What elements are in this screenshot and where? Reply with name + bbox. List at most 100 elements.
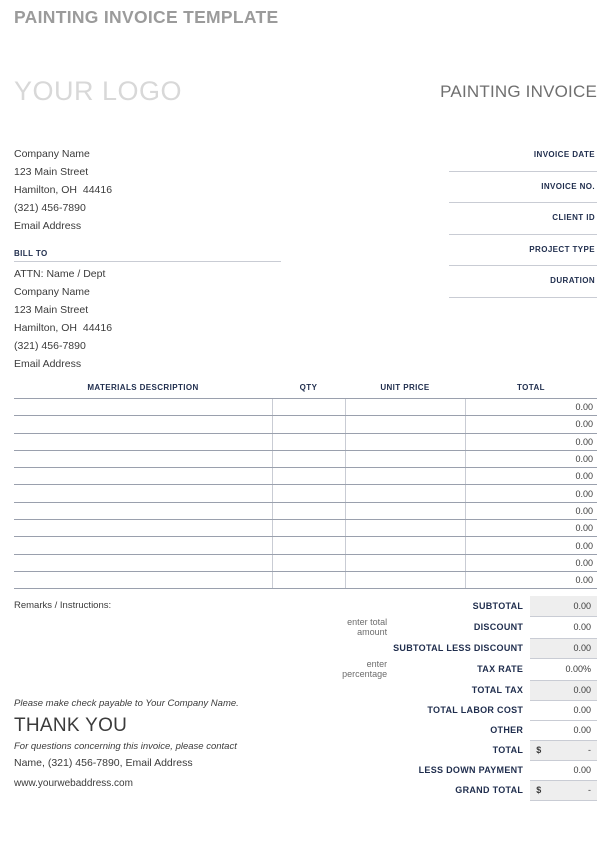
totals-row-value[interactable]: 0.00% [530,658,597,681]
cell-description[interactable] [14,398,272,417]
cell-unit-price[interactable] [344,415,465,434]
totals-row-value[interactable]: 0.00 [530,720,597,741]
cell-qty[interactable] [271,467,345,486]
totals-row: SUBTOTAL LESS DISCOUNT 0.00 [330,638,597,659]
thank-you-heading: THANK YOU [14,715,128,736]
totals-row-amount: 0.00 [573,622,591,632]
meta-field-row[interactable]: PROJECT TYPE [449,235,597,266]
column-header-qty: QTY [272,383,345,399]
remarks-label: Remarks / Instructions: [14,600,112,611]
totals-row-amount: 0.00 [573,600,591,611]
totals-row-hint [330,780,392,800]
totals-row-hint: enter percentage [342,659,388,679]
totals-row-hint [330,760,392,780]
totals-row-label: TOTAL [492,745,524,755]
cell-total: 0.00 [464,536,597,555]
cell-qty[interactable] [271,450,345,469]
cell-unit-price[interactable] [344,433,465,451]
meta-field-label: INVOICE NO. [541,181,595,191]
table-row[interactable]: 0.00 [14,415,597,434]
cell-description[interactable] [14,415,272,434]
table-row[interactable]: 0.00 [14,536,597,555]
totals-row-hint [330,720,392,740]
totals-row-amount: - [588,785,591,795]
table-row[interactable]: 0.00 [14,398,597,417]
materials-table: MATERIALS DESCRIPTION QTY UNIT PRICE TOT… [14,383,597,590]
cell-qty[interactable] [271,502,345,521]
cell-description[interactable] [14,484,272,503]
totals-row-label: SUBTOTAL [472,601,524,611]
cell-total: 0.00 [464,554,597,572]
table-row[interactable]: 0.00 [14,433,597,451]
cell-qty[interactable] [271,398,345,417]
document-heading: PAINTING INVOICE [440,82,597,101]
bill-to-block: BILL TO ATTN: Name / Dept Company Name 123… [14,249,281,373]
cell-description[interactable] [14,502,272,521]
company-logo-placeholder: YOUR LOGO [14,76,183,106]
currency-symbol: $ [536,745,542,755]
invoice-meta-fields: INVOICE DATE INVOICE NO. CLIENT ID PROJECT … [449,140,597,298]
cell-unit-price[interactable] [344,519,465,538]
questions-note: For questions concerning this invoice, p… [14,741,237,752]
totals-row-hint [330,680,392,700]
totals-row: SUBTOTAL 0.00 [330,596,597,617]
cell-unit-price[interactable] [344,450,465,469]
cell-description[interactable] [14,433,272,451]
table-row[interactable]: 0.00 [14,450,597,469]
totals-row-amount: 0.00 [573,765,591,775]
table-row[interactable]: 0.00 [14,502,597,521]
contact-line: Name, (321) 456-7890, Email Address [14,757,193,769]
materials-table-header-row: MATERIALS DESCRIPTION QTY UNIT PRICE TOT… [14,383,597,399]
cell-description[interactable] [14,519,272,538]
cell-total: 0.00 [464,484,597,503]
cell-qty[interactable] [271,536,345,555]
totals-row-amount: 0.00 [573,643,591,653]
cell-description[interactable] [14,554,272,572]
meta-field-row[interactable]: DURATION [449,266,597,298]
cell-unit-price[interactable] [344,502,465,521]
bill-to-label: BILL TO [14,249,48,258]
cell-description[interactable] [14,467,272,486]
totals-row-value: 0.00 [530,680,597,701]
cell-unit-price[interactable] [344,484,465,503]
meta-field-label: DURATION [550,276,595,285]
totals-row-label: GRAND TOTAL [455,785,524,795]
cell-description[interactable] [14,571,272,590]
column-header-total: TOTAL [465,383,597,399]
meta-field-row[interactable]: CLIENT ID [449,203,597,235]
totals-row-hint [330,638,392,658]
cell-qty[interactable] [271,519,345,538]
cell-qty[interactable] [271,433,345,451]
meta-field-label: PROJECT TYPE [529,244,595,254]
table-row[interactable]: 0.00 [14,519,597,538]
cell-qty[interactable] [271,484,345,503]
cell-total: 0.00 [464,571,597,590]
table-row[interactable]: 0.00 [14,554,597,572]
meta-field-row[interactable]: INVOICE DATE [449,140,597,172]
cell-qty[interactable] [271,415,345,434]
bill-to-divider [14,261,281,262]
totals-row-hint [330,596,392,616]
bill-to-address-line: Hamilton, OH 44416 [14,322,113,334]
totals-row-value[interactable]: 0.00 [530,616,597,639]
totals-row-label: TAX RATE [477,664,524,674]
website-url: www.yourwebaddress.com [14,778,133,789]
table-row[interactable]: 0.00 [14,467,597,486]
totals-row-value[interactable]: 0.00 [530,760,597,781]
table-row[interactable]: 0.00 [14,484,597,503]
cell-qty[interactable] [271,571,345,590]
cell-unit-price[interactable] [344,536,465,555]
cell-unit-price[interactable] [344,554,465,572]
cell-unit-price[interactable] [344,571,465,590]
cell-description[interactable] [14,536,272,555]
currency-symbol: $ [536,785,542,795]
cell-total: 0.00 [464,450,597,469]
totals-row-value[interactable]: 0.00 [530,700,597,721]
sender-address-line: 123 Main Street [14,166,89,178]
meta-field-row[interactable]: INVOICE NO. [449,172,597,203]
cell-description[interactable] [14,450,272,469]
cell-unit-price[interactable] [344,467,465,486]
cell-qty[interactable] [271,554,345,572]
cell-unit-price[interactable] [344,398,465,417]
table-row[interactable]: 0.00 [14,571,597,590]
